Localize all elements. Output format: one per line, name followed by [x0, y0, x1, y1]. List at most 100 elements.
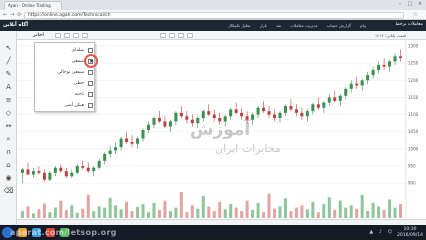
browser-tab[interactable]: Ayan - Online Trading [4, 1, 62, 10]
dropdown-item-area[interactable]: ناحیه [39, 90, 93, 98]
volume-bar [157, 209, 161, 218]
candle-body [349, 83, 353, 89]
candle-body [75, 166, 79, 173]
candle-body [119, 138, 123, 148]
volume-bar [262, 212, 266, 218]
dropdown-item-line[interactable]: خطی [39, 79, 93, 87]
y-tick-label: 1250 [408, 61, 419, 66]
volume-bar [114, 205, 118, 218]
menu-item[interactable]: نقد [276, 23, 281, 28]
minimize-icon[interactable]: – [396, 1, 404, 7]
volume-bar [119, 209, 123, 218]
back-icon[interactable]: ← [3, 12, 7, 18]
dropdown-item-bar[interactable]: میله‌ای [39, 46, 93, 54]
candle-body [360, 80, 364, 86]
bookmark-star-icon[interactable]: ☆ [413, 11, 418, 18]
dropdown-item-heikin-ashi[interactable]: هیکن آشی [39, 101, 93, 109]
candle-body [366, 75, 370, 81]
candle-body [81, 166, 85, 168]
redo-button[interactable] [187, 33, 193, 38]
volume-bar [31, 213, 35, 218]
candle-body [234, 109, 238, 113]
account-title[interactable]: معاملات برخط [395, 22, 423, 27]
y-tick-label: 900 [408, 181, 416, 186]
zoom-out-button[interactable] [169, 33, 175, 38]
volume-bar [223, 209, 227, 218]
volume-bar [130, 211, 134, 218]
volume-bar [393, 207, 397, 218]
volume-bar [278, 206, 282, 218]
candle-body [31, 171, 35, 175]
volume-bar [283, 198, 287, 218]
forward-icon[interactable]: → [10, 12, 14, 18]
candle-body [108, 150, 112, 154]
measure-tool-icon[interactable]: ↔ [3, 121, 14, 131]
y-tick-label: 1300 [408, 44, 419, 49]
volume-bar [207, 206, 211, 218]
reload-icon[interactable]: ⟳ [17, 12, 21, 18]
y-tick-label: 1200 [408, 78, 419, 83]
candle-body [283, 106, 287, 113]
cursor-tool-icon[interactable]: ↖ [3, 43, 14, 53]
candle-body [157, 118, 161, 122]
zoom-in-button[interactable] [160, 33, 166, 38]
line-tool-icon[interactable]: ╱ [3, 56, 14, 66]
volume-bar [289, 211, 293, 218]
volume-bar [399, 204, 403, 218]
volume-bar [273, 208, 277, 218]
pencil-tool-icon[interactable]: ✎ [3, 69, 14, 79]
magnet-tool-icon[interactable]: ∩ [3, 147, 14, 157]
volume-bar [92, 211, 96, 218]
indicator-button[interactable] [73, 33, 79, 38]
menu-item[interactable]: بازار [260, 23, 267, 28]
shape-tool-icon[interactable]: ◇ [3, 108, 14, 118]
eye-tool-icon[interactable]: ◉ [3, 173, 14, 183]
volume-bar [256, 202, 260, 218]
volume-bar [240, 211, 244, 218]
candle-body [125, 138, 129, 142]
watermark-line1: آموزش [190, 120, 251, 140]
volume-bar [125, 201, 129, 218]
close-icon[interactable]: × [416, 1, 424, 7]
volume-bar [196, 208, 200, 218]
menu-item[interactable]: تحلیل تکنیکال [228, 23, 251, 28]
volume-bar [229, 204, 233, 218]
chart-type-button[interactable] [55, 33, 61, 38]
fibonacci-tool-icon[interactable]: ≡ [3, 95, 14, 105]
menu-item[interactable]: مدیریت معاملات [290, 23, 317, 28]
symbol-select[interactable]: اخابر [33, 33, 44, 38]
candle-body [163, 121, 167, 127]
candle-body [289, 106, 293, 110]
lock-tool-icon[interactable]: ⌂ [3, 160, 14, 170]
maximize-icon[interactable]: □ [406, 1, 414, 7]
video-watermark: aparat.com/letsop.org [10, 228, 117, 237]
volume-bar [344, 207, 348, 218]
trash-tool-icon[interactable]: ⌫ [3, 186, 14, 196]
period-button[interactable] [64, 33, 70, 38]
undo-button[interactable] [178, 33, 184, 38]
candle-body [64, 171, 68, 177]
dropdown-item-hollow-candle[interactable]: شمعی توخالی [39, 68, 93, 76]
volume-bar [42, 203, 46, 218]
menu-item[interactable]: پیام [360, 23, 366, 28]
compare-button[interactable] [82, 33, 88, 38]
candle-body [294, 109, 298, 113]
y-tick-label: 1100 [408, 112, 419, 117]
system-clock: 10:30 2016/09/14 [397, 227, 423, 238]
zoom-tool-icon[interactable]: ⌕ [3, 134, 14, 144]
candle-body [201, 111, 205, 118]
text-tool-icon[interactable]: A [3, 82, 14, 92]
url-input[interactable]: https://online.agah.com/Technical/ch [24, 12, 404, 19]
volume-bar [81, 208, 85, 218]
hollow-candle-icon [88, 69, 93, 75]
candle-body [377, 64, 381, 70]
volume-bar [53, 207, 57, 218]
menu-item[interactable]: گزارش حساب [327, 23, 351, 28]
candle-body [20, 169, 24, 173]
candle-body [338, 95, 342, 101]
volume-bar [382, 209, 386, 218]
candle-body [388, 61, 392, 67]
candle-body [256, 107, 260, 115]
app-header: آگاه آنلاین پیام گزارش حساب مدیریت معامل… [0, 20, 426, 31]
volume-bar [267, 193, 271, 218]
